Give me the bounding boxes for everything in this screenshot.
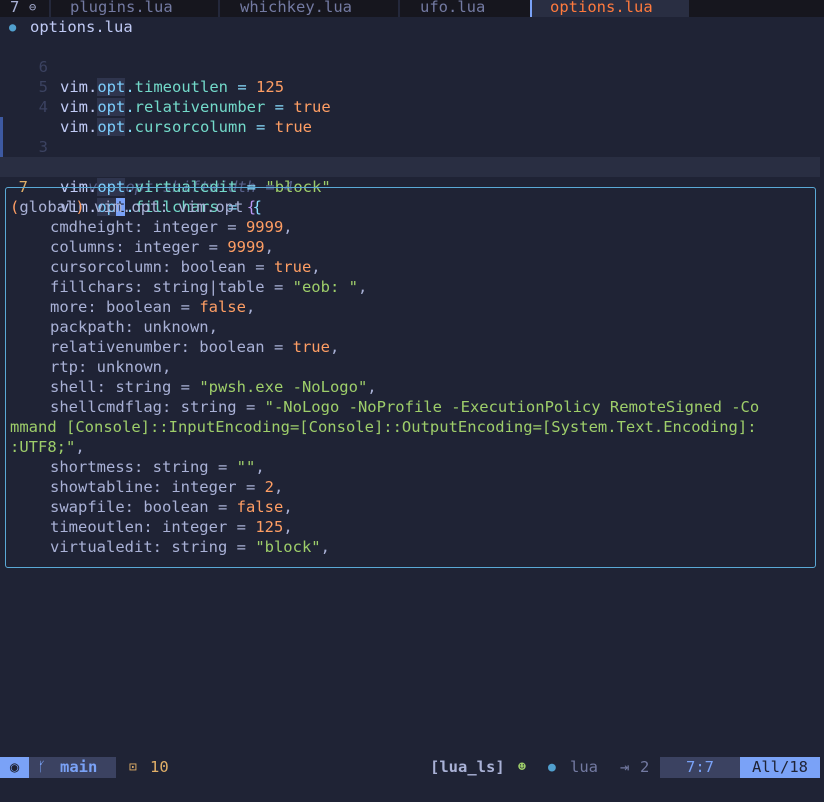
hover-field: timeoutlen: integer = 125,	[50, 518, 293, 536]
hover-field: shell: string = "pwsh.exe -NoLogo",	[50, 378, 377, 396]
indent-size: 2	[640, 758, 650, 776]
lua-filetype-icon: ●	[548, 760, 556, 775]
command-line[interactable]	[0, 778, 824, 802]
filetype: lua	[570, 758, 598, 776]
tab-count: 7	[10, 0, 20, 16]
tab-close-icon[interactable]: ⊖	[29, 0, 36, 17]
hover-field: virtualedit: string = "block",	[50, 538, 330, 556]
hover-field: packpath: unknown,	[50, 318, 218, 336]
hover-field: rtp: unknown,	[50, 358, 172, 376]
statusline: ◉ ᚶ main ⊡ 10 [lua_ls] ☻ ● lua ⇥ 2 7:7 A…	[0, 757, 824, 778]
diagnostics-icon: ⊡	[129, 760, 137, 775]
hover-field: swapfile: boolean = false,	[50, 498, 293, 516]
current-code-line: 7 vim.opt.fillchars = {	[0, 157, 820, 216]
tabline: 7 ⊖ plugins.lua whichkey.lua ufo.lua opt…	[0, 0, 824, 17]
diagnostics-count: 10	[150, 758, 169, 776]
winbar-filename: options.lua	[30, 18, 133, 36]
lsp-hover-popup[interactable]: (global) vim.opt: vim.opt { cmdheight: i…	[5, 187, 816, 568]
hover-field: shortmess: string = "",	[50, 458, 265, 476]
tab-options[interactable]: options.lua	[532, 0, 689, 17]
hover-field: fillchars: string|table = "eob: ",	[50, 278, 368, 296]
hover-field: shellcmdflag: string = "-NoLogo -NoProfi…	[50, 398, 760, 416]
indent-icon: ⇥	[620, 758, 630, 776]
hover-field: relativenumber: boolean = true,	[50, 338, 340, 356]
tab-separator	[218, 0, 220, 17]
tab-separator	[49, 0, 51, 17]
cursor-position: 7:7	[660, 757, 740, 778]
tab-whichkey[interactable]: whichkey.lua	[240, 0, 352, 17]
code-line: 3 -- vim.opt.tabstop = 4	[0, 97, 820, 176]
mode-indicator-icon: ◉	[0, 757, 29, 778]
hover-field-wrap: mmand [Console]::InputEncoding=[Console]…	[10, 418, 757, 436]
code-line: 4 vim.opt.cursorcolumn = true	[0, 77, 820, 136]
lsp-client: [lua_ls]	[430, 758, 505, 776]
hover-field: more: boolean = false,	[50, 298, 256, 316]
lua-file-icon: ●	[9, 20, 17, 34]
code-line: 6 vim.opt.timeoutlen = 125	[0, 37, 820, 96]
tab-ufo[interactable]: ufo.lua	[420, 0, 485, 17]
scroll-percent: All/18	[740, 757, 820, 778]
code-line: 1 vim.opt.virtualedit = "block"	[0, 137, 820, 196]
winbar: ● options.lua	[0, 17, 824, 37]
hover-field: cmdheight: integer = 9999,	[50, 218, 293, 236]
git-branch-icon: ᚶ	[38, 760, 46, 775]
copilot-icon: ☻	[518, 760, 526, 775]
hover-field-wrap: :UTF8;",	[10, 438, 85, 456]
tab-separator	[398, 0, 400, 17]
git-branch-name: main	[60, 758, 98, 776]
code-line: 2 -- vim.opt.shiftwidth = 4	[0, 117, 820, 196]
editor-buffer[interactable]: 6 vim.opt.timeoutlen = 125 5 vim.opt.rel…	[0, 37, 824, 216]
tab-plugins[interactable]: plugins.lua	[70, 0, 173, 17]
code-line: 5 vim.opt.relativenumber = true	[0, 57, 820, 116]
hover-header: (global) vim.opt: vim.opt {	[10, 198, 263, 216]
hover-field: columns: integer = 9999,	[50, 238, 274, 256]
hover-field: showtabline: integer = 2,	[50, 478, 284, 496]
hover-field: cursorcolumn: boolean = true,	[50, 258, 321, 276]
